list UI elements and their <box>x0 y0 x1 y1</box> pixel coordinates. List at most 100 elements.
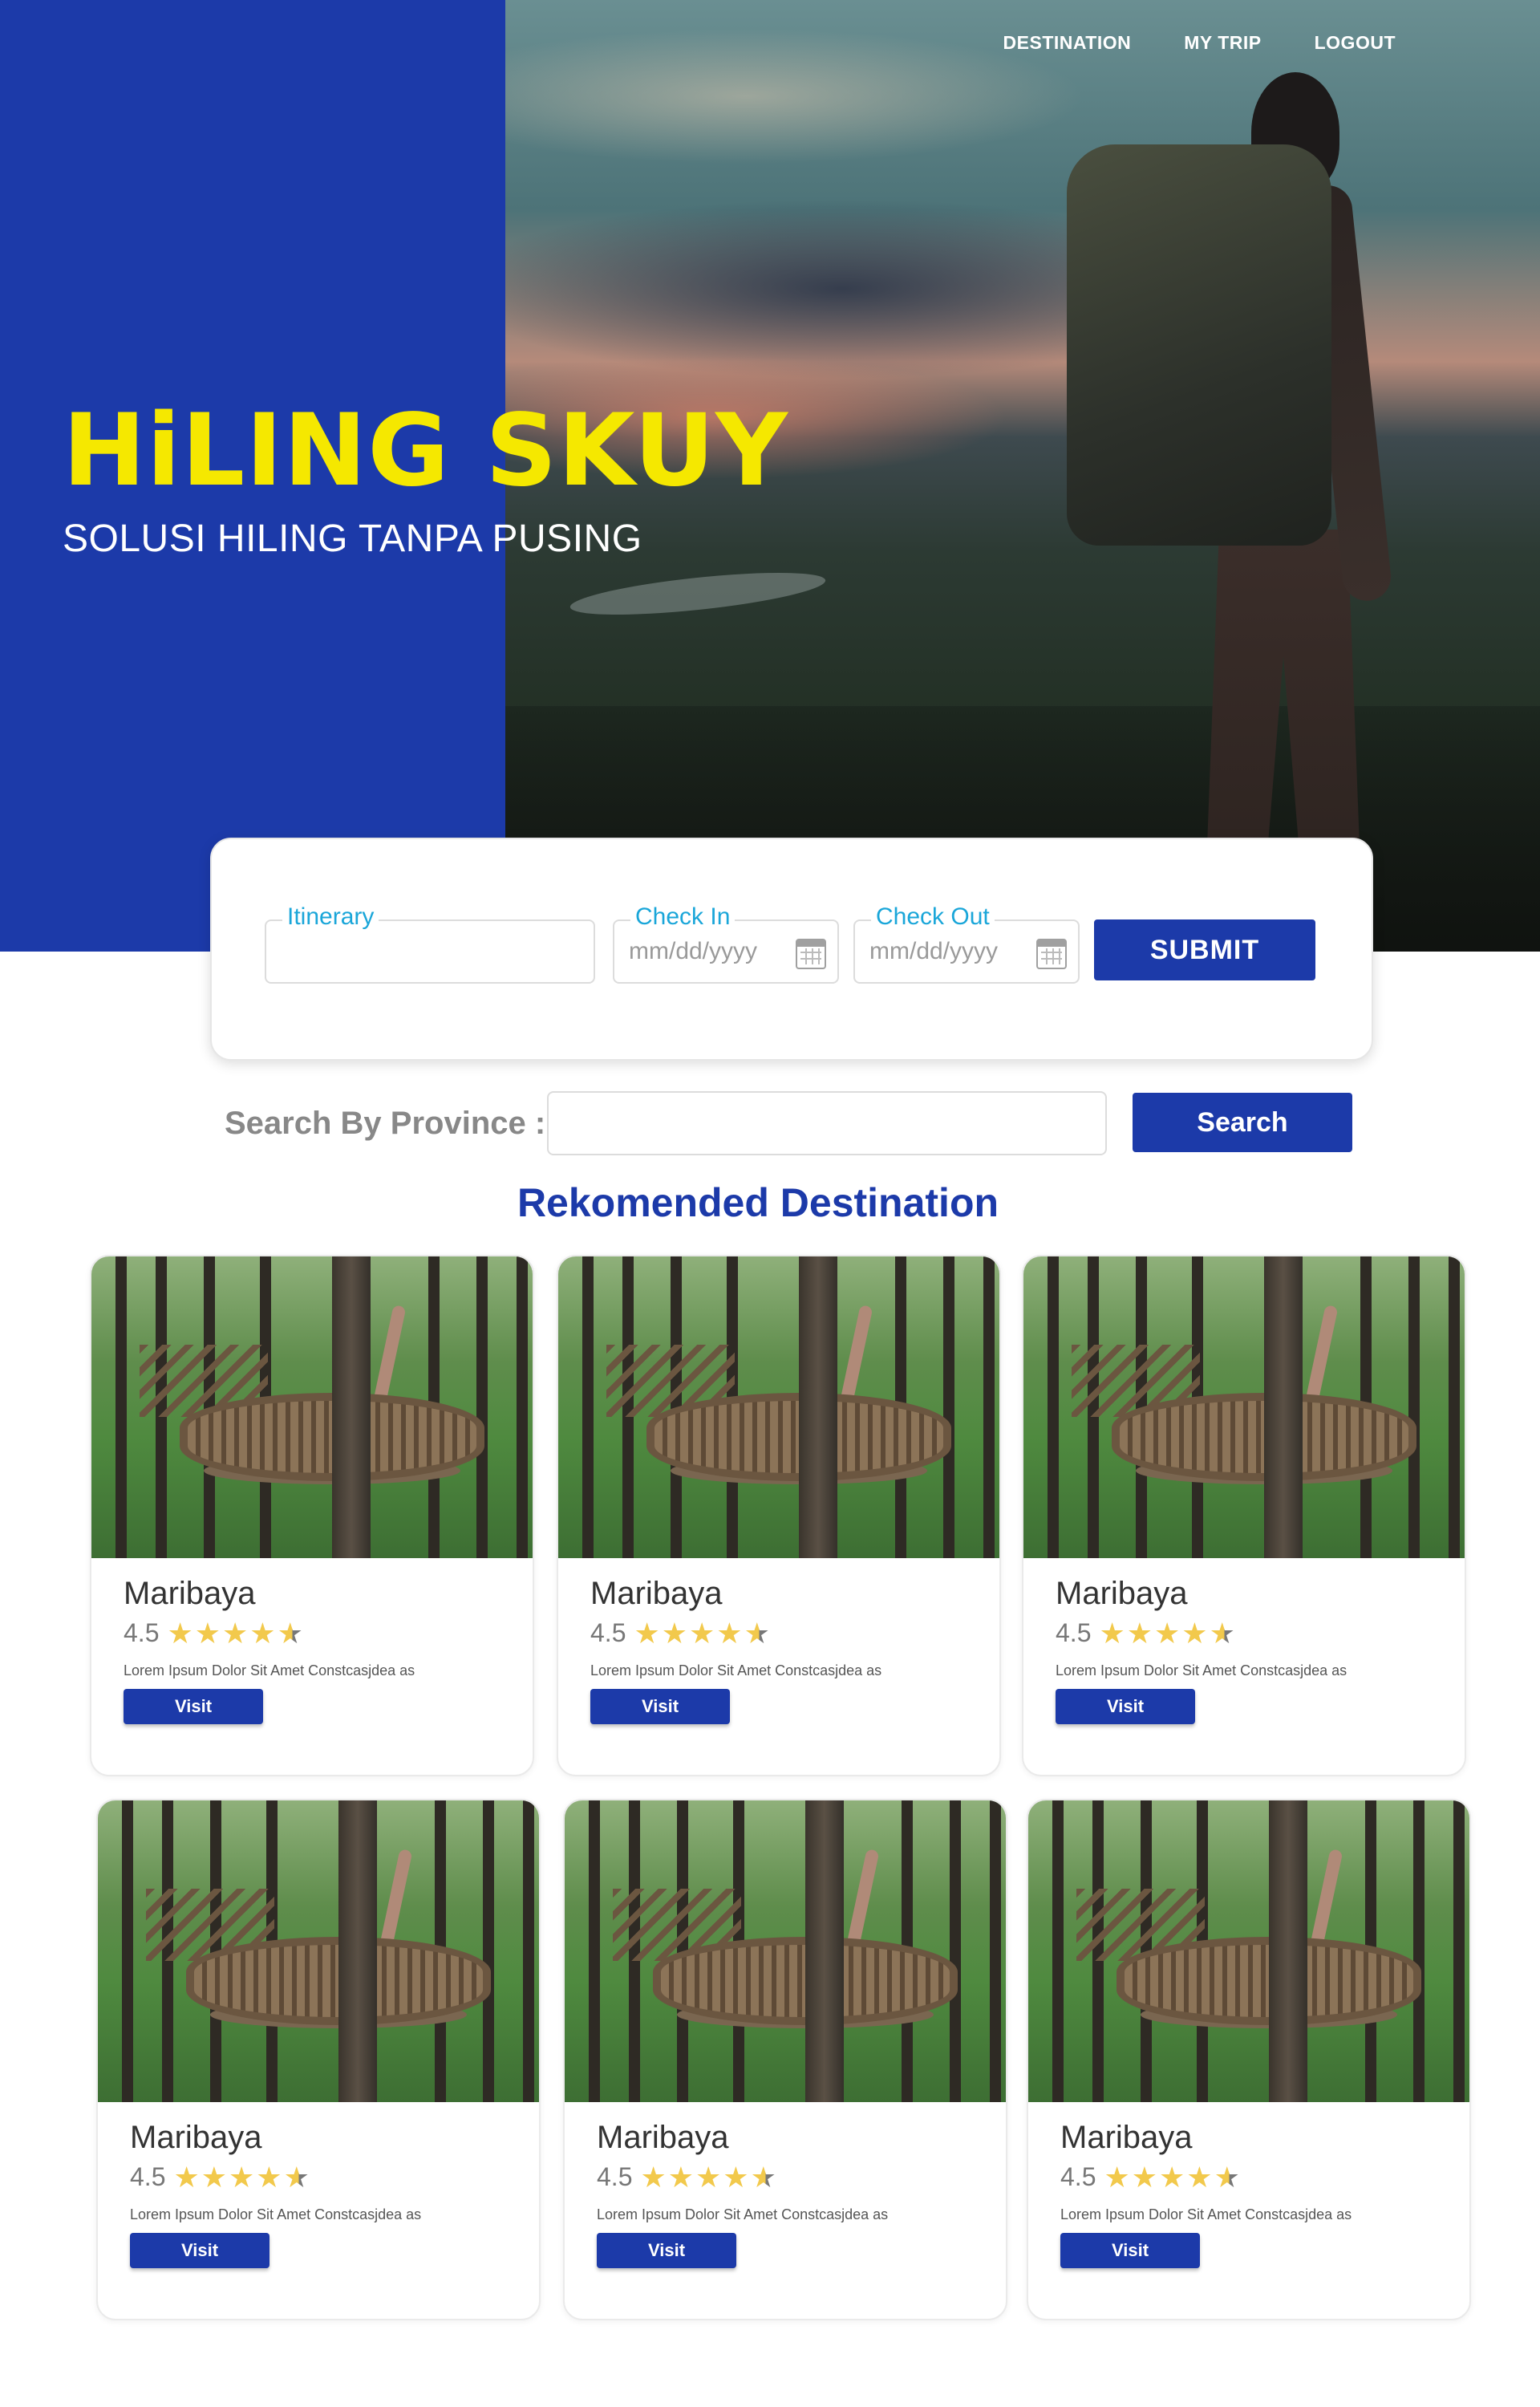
check-out-field[interactable]: Check Out <box>853 903 1080 984</box>
check-out-label: Check Out <box>871 903 995 931</box>
card-body: Maribaya 4.5 ★★★★★ Lorem Ipsum Dolor Sit… <box>1060 2120 1352 2268</box>
rating-row: 4.5 ★★★★★ <box>1056 1618 1347 1648</box>
booking-card: Itinerary Check In Check Out SUBMIT <box>210 838 1373 1061</box>
rating-value: 4.5 <box>124 1618 160 1647</box>
hiker-backpack <box>1067 144 1331 546</box>
tree-trunk <box>990 1800 1001 2102</box>
check-in-label: Check In <box>630 903 736 931</box>
tree-trunk <box>517 1256 528 1558</box>
tree-trunk-main <box>1269 1800 1307 2102</box>
full-stars: ★★★★ <box>167 1616 278 1650</box>
destination-photo <box>1023 1256 1465 1558</box>
check-in-field[interactable]: Check In <box>613 903 839 984</box>
visit-button[interactable]: Visit <box>1056 1689 1195 1724</box>
destination-description: Lorem Ipsum Dolor Sit Amet Constcasjdea … <box>1056 1662 1348 1678</box>
rating-value: 4.5 <box>590 1618 626 1647</box>
destination-name: Maribaya <box>597 2120 729 2155</box>
tree-trunk <box>1413 1800 1424 2102</box>
tree-trunk-main <box>805 1800 844 2102</box>
half-star-icon: ★ <box>744 1616 772 1650</box>
tree-trunk <box>983 1256 995 1558</box>
lake-shape <box>568 564 828 623</box>
destination-description: Lorem Ipsum Dolor Sit Amet Constcasjdea … <box>590 1662 882 1678</box>
full-stars: ★★★★ <box>640 2160 751 2194</box>
destination-name: Maribaya <box>1056 1576 1188 1611</box>
full-stars: ★★★★ <box>634 1616 744 1650</box>
recommended-title: Rekomended Destination <box>517 1180 999 1225</box>
tree-trunk <box>1408 1256 1420 1558</box>
rating-value: 4.5 <box>1056 1618 1092 1647</box>
tree-trunk <box>116 1256 127 1558</box>
itinerary-field[interactable]: Itinerary <box>265 903 595 984</box>
full-stars: ★★★★ <box>173 2160 284 2194</box>
card-body: Maribaya 4.5 ★★★★★ Lorem Ipsum Dolor Sit… <box>1056 1576 1347 1724</box>
half-star-icon: ★ <box>1209 1616 1237 1650</box>
visit-button[interactable]: Visit <box>1060 2233 1200 2268</box>
tree-trunk <box>523 1800 534 2102</box>
tree-trunk <box>1048 1256 1059 1558</box>
destination-name: Maribaya <box>1060 2120 1193 2155</box>
calendar-icon[interactable] <box>1036 939 1067 969</box>
nav-my-trip-link[interactable]: MY TRIP <box>1184 32 1261 54</box>
visit-button[interactable]: Visit <box>590 1689 730 1724</box>
tree-trunk <box>1449 1256 1460 1558</box>
nav-logout-link[interactable]: LOGOUT <box>1315 32 1396 54</box>
tree-trunk-main <box>1264 1256 1303 1558</box>
half-star-icon: ★ <box>750 2160 778 2194</box>
star-rating-icon: ★★★★★ <box>1104 2160 1242 2194</box>
full-stars: ★★★★ <box>1099 1616 1210 1650</box>
tree-trunk-main <box>338 1800 377 2102</box>
visit-button[interactable]: Visit <box>124 1689 263 1724</box>
destination-description: Lorem Ipsum Dolor Sit Amet Constcasjdea … <box>130 2206 422 2222</box>
nav-destination-link[interactable]: DESTINATION <box>1003 32 1132 54</box>
visit-button[interactable]: Visit <box>130 2233 270 2268</box>
visit-button[interactable]: Visit <box>597 2233 736 2268</box>
rating-value: 4.5 <box>597 2162 633 2191</box>
destination-name: Maribaya <box>590 1576 723 1611</box>
destination-description: Lorem Ipsum Dolor Sit Amet Constcasjdea … <box>1060 2206 1352 2222</box>
top-nav: DESTINATION MY TRIP LOGOUT <box>1003 32 1396 54</box>
star-rating-icon: ★★★★★ <box>1099 1616 1237 1650</box>
search-province-input[interactable] <box>547 1091 1107 1155</box>
card-body: Maribaya 4.5 ★★★★★ Lorem Ipsum Dolor Sit… <box>130 2120 421 2268</box>
submit-button[interactable]: SUBMIT <box>1094 919 1315 980</box>
brand-subtitle: SOLUSI HILING TANPA PUSING <box>63 518 642 560</box>
destination-card: Maribaya 4.5 ★★★★★ Lorem Ipsum Dolor Sit… <box>96 1799 541 2320</box>
destination-card: Maribaya 4.5 ★★★★★ Lorem Ipsum Dolor Sit… <box>1027 1799 1471 2320</box>
tree-trunk <box>483 1800 494 2102</box>
destination-name: Maribaya <box>124 1576 256 1611</box>
destination-photo <box>91 1256 533 1558</box>
destination-photo <box>98 1800 539 2102</box>
calendar-icon[interactable] <box>796 939 826 969</box>
tree-trunk <box>476 1256 488 1558</box>
brand-title: HiLING SKUY <box>63 393 788 509</box>
star-rating-icon: ★★★★★ <box>167 1616 304 1650</box>
search-province-label: Search By Province : <box>225 1106 546 1141</box>
destination-photo <box>1028 1800 1469 2102</box>
itinerary-label: Itinerary <box>282 903 379 931</box>
tree-trunk-main <box>799 1256 837 1558</box>
rating-value: 4.5 <box>1060 2162 1096 2191</box>
star-rating-icon: ★★★★★ <box>173 2160 311 2194</box>
brand-block: HiLING SKUY SOLUSI HILING TANPA PUSING <box>63 401 788 561</box>
star-rating-icon: ★★★★★ <box>634 1616 772 1650</box>
tree-trunk <box>589 1800 600 2102</box>
destination-card: Maribaya 4.5 ★★★★★ Lorem Ipsum Dolor Sit… <box>557 1255 1001 1776</box>
hero-section: DESTINATION MY TRIP LOGOUT HiLING SKUY S… <box>0 0 1540 952</box>
search-button[interactable]: Search <box>1133 1093 1352 1152</box>
tree-trunk <box>1453 1800 1465 2102</box>
destination-photo <box>558 1256 999 1558</box>
destination-description: Lorem Ipsum Dolor Sit Amet Constcasjdea … <box>597 2206 889 2222</box>
destination-card: Maribaya 4.5 ★★★★★ Lorem Ipsum Dolor Sit… <box>1022 1255 1466 1776</box>
destination-card: Maribaya 4.5 ★★★★★ Lorem Ipsum Dolor Sit… <box>563 1799 1007 2320</box>
destination-name: Maribaya <box>130 2120 262 2155</box>
half-star-icon: ★ <box>1214 2160 1242 2194</box>
rating-value: 4.5 <box>130 2162 166 2191</box>
tree-trunk <box>582 1256 594 1558</box>
half-star-icon: ★ <box>283 2160 311 2194</box>
tree-trunk <box>122 1800 133 2102</box>
rating-row: 4.5 ★★★★★ <box>597 2162 888 2192</box>
star-rating-icon: ★★★★★ <box>640 2160 778 2194</box>
rating-row: 4.5 ★★★★★ <box>1060 2162 1352 2192</box>
tree-trunk-main <box>332 1256 371 1558</box>
